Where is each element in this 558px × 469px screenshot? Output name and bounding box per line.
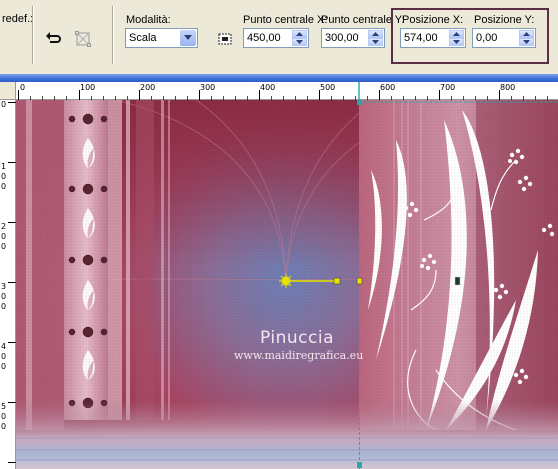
- ruler-left-label: 0: [1, 362, 7, 371]
- center-y-value: 300,00: [325, 32, 359, 44]
- pos-y-field[interactable]: 0,00: [472, 28, 536, 48]
- chevron-up-icon[interactable]: [368, 30, 383, 38]
- ruler-left-label: 0: [1, 100, 7, 109]
- pos-x-field[interactable]: 574,00: [400, 28, 466, 48]
- toolbar-separator: [112, 6, 114, 64]
- image-canvas[interactable]: Pinuccia www.maidiregrafica.eu: [16, 100, 558, 469]
- deform-icon[interactable]: [72, 28, 94, 50]
- ruler-left-label: 2: [1, 222, 7, 231]
- center-x-value: 450,00: [247, 32, 281, 44]
- ruler-left-label: 0: [1, 172, 7, 181]
- pos-y-spinner[interactable]: [519, 30, 534, 46]
- ruler-left-label: 0: [1, 232, 7, 241]
- pick-tool-icon[interactable]: [214, 28, 236, 50]
- ruler-left-label: 0: [1, 352, 7, 361]
- chevron-up-icon[interactable]: [519, 30, 534, 38]
- ruler-top-label: 0: [20, 83, 26, 92]
- ruler-left-label: 1: [1, 162, 7, 171]
- toolbar-separator: [32, 6, 34, 64]
- chevron-down-icon[interactable]: [180, 30, 196, 46]
- ruler-top-label: 100: [80, 83, 96, 92]
- ruler-corner: [0, 82, 16, 100]
- chevron-up-icon[interactable]: [292, 30, 307, 38]
- center-x-label: Punto centrale X:: [243, 14, 328, 26]
- ruler-top: 0 100 200 300 400 500 600 700 800: [0, 82, 558, 100]
- center-y-spinner[interactable]: [368, 30, 383, 46]
- pos-y-value: 0,00: [476, 32, 498, 44]
- center-x-spinner[interactable]: [292, 30, 307, 46]
- pos-x-label: Posizione X:: [402, 14, 464, 26]
- watermark-url: www.maidiregrafica.eu: [234, 349, 364, 362]
- window-title-band: [0, 74, 558, 82]
- ruler-left-label: 3: [1, 282, 7, 291]
- watermark-title: Pinuccia: [260, 328, 334, 348]
- tool-options-bar: redef.: Modalità: Scala Punto centrale X…: [0, 0, 558, 74]
- ruler-left-label: 0: [1, 182, 7, 191]
- ruler-top-label: 500: [320, 83, 336, 92]
- ruler-top-label: 400: [260, 83, 276, 92]
- ruler-top-label: 300: [200, 83, 216, 92]
- reset-icon[interactable]: [42, 28, 64, 50]
- preset-label: redef.:: [2, 13, 34, 25]
- ruler-left-label: 0: [1, 412, 7, 421]
- ruler-left-label: 5: [1, 402, 7, 411]
- ruler-top-label: 600: [380, 83, 396, 92]
- pos-x-spinner[interactable]: [449, 30, 464, 46]
- mode-label: Modalità:: [126, 14, 171, 26]
- center-x-field[interactable]: 450,00: [243, 28, 309, 48]
- pos-y-label: Posizione Y:: [474, 14, 535, 26]
- chevron-down-icon[interactable]: [292, 38, 307, 46]
- pos-x-value: 574,00: [404, 32, 438, 44]
- chevron-up-icon[interactable]: [449, 30, 464, 38]
- chevron-down-icon[interactable]: [519, 38, 534, 46]
- center-y-field[interactable]: 300,00: [321, 28, 385, 48]
- chevron-down-icon[interactable]: [449, 38, 464, 46]
- ruler-left-label: 0: [1, 292, 7, 301]
- ruler-left: 0 1 0 0 2 0 0 3 0 0 4 0 0 5 0 0: [0, 100, 16, 469]
- ruler-left-label: 0: [1, 302, 7, 311]
- ruler-left-label: 0: [1, 422, 7, 431]
- ruler-top-label: 200: [140, 83, 156, 92]
- ruler-left-label: 4: [1, 342, 7, 351]
- ruler-top-label: 700: [440, 83, 456, 92]
- ruler-left-label: 0: [1, 242, 7, 251]
- mode-select-value: Scala: [129, 32, 157, 44]
- mode-select[interactable]: Scala: [125, 28, 198, 48]
- chevron-down-icon[interactable]: [368, 38, 383, 46]
- ruler-top-label: 800: [500, 83, 516, 92]
